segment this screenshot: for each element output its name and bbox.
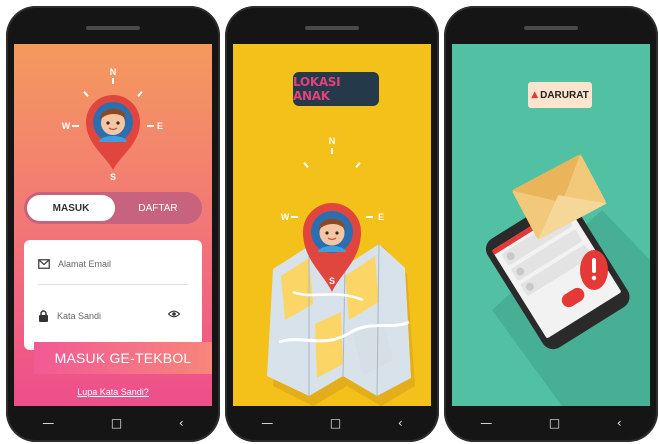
nav-recent-icon[interactable]: — (261, 417, 273, 429)
compass-west-label: W (281, 212, 290, 222)
compass-south-label: S (329, 276, 335, 286)
nav-home-icon[interactable]: □ (549, 417, 560, 429)
password-field[interactable]: Kata Sandi (38, 306, 188, 326)
compass-north-label: N (110, 67, 117, 77)
auth-tabs: MASUK DAFTAR (24, 192, 202, 224)
nav-back-icon[interactable]: ‹ (179, 417, 184, 429)
phone-speaker (524, 26, 578, 30)
compass-east-label: E (378, 212, 384, 222)
compass-west-label: W (62, 121, 71, 131)
eye-icon[interactable] (168, 310, 180, 318)
login-button[interactable]: MASUK GE-TEKBOL (34, 342, 212, 374)
login-form-card: Alamat Email Kata Sandi (24, 240, 202, 350)
tab-register[interactable]: DAFTAR (116, 195, 200, 221)
map-pin-illustration: N W E S (267, 136, 415, 406)
nav-home-icon[interactable]: □ (330, 417, 341, 429)
phone-emergency: ▲ DARURAT — □ ‹ (444, 6, 658, 442)
emergency-title: DARURAT (540, 89, 589, 101)
login-screen: N S W E MASUK DAFTAR Alamat Email Kata S… (14, 44, 212, 406)
android-navbar: — □ ‹ (233, 408, 431, 438)
lock-icon (39, 310, 48, 322)
phone-location: LOKASI ANAK N W E S — □ ‹ (225, 6, 439, 442)
nav-back-icon[interactable]: ‹ (398, 417, 403, 429)
nav-home-icon[interactable]: □ (111, 417, 122, 429)
nav-recent-icon[interactable]: — (480, 417, 492, 429)
forgot-password-link[interactable]: Lupa Kata Sandi? (14, 387, 212, 397)
emergency-screen: ▲ DARURAT (452, 44, 650, 406)
phone-alert-illustration (485, 153, 650, 406)
location-title-badge: LOKASI ANAK (293, 72, 379, 106)
location-pin-avatar-icon: N S W E (62, 67, 163, 182)
warning-triangle-icon: ▲ (531, 90, 539, 100)
tab-login[interactable]: MASUK (27, 195, 115, 221)
email-field[interactable]: Alamat Email (38, 254, 188, 274)
nav-back-icon[interactable]: ‹ (617, 417, 622, 429)
email-placeholder: Alamat Email (58, 259, 112, 269)
password-placeholder: Kata Sandi (57, 311, 102, 321)
phone-login: N S W E MASUK DAFTAR Alamat Email Kata S… (6, 6, 220, 442)
envelope-icon (38, 259, 50, 269)
compass-south-label: S (110, 172, 116, 182)
emergency-title-badge: ▲ DARURAT (528, 82, 592, 108)
nav-recent-icon[interactable]: — (42, 417, 54, 429)
android-navbar: — □ ‹ (452, 408, 650, 438)
phone-speaker (86, 26, 140, 30)
android-navbar: — □ ‹ (14, 408, 212, 438)
field-divider (38, 284, 188, 285)
compass-north-label: N (329, 136, 336, 146)
location-screen: LOKASI ANAK N W E S (233, 44, 431, 406)
compass-east-label: E (157, 121, 163, 131)
phone-speaker (305, 26, 359, 30)
